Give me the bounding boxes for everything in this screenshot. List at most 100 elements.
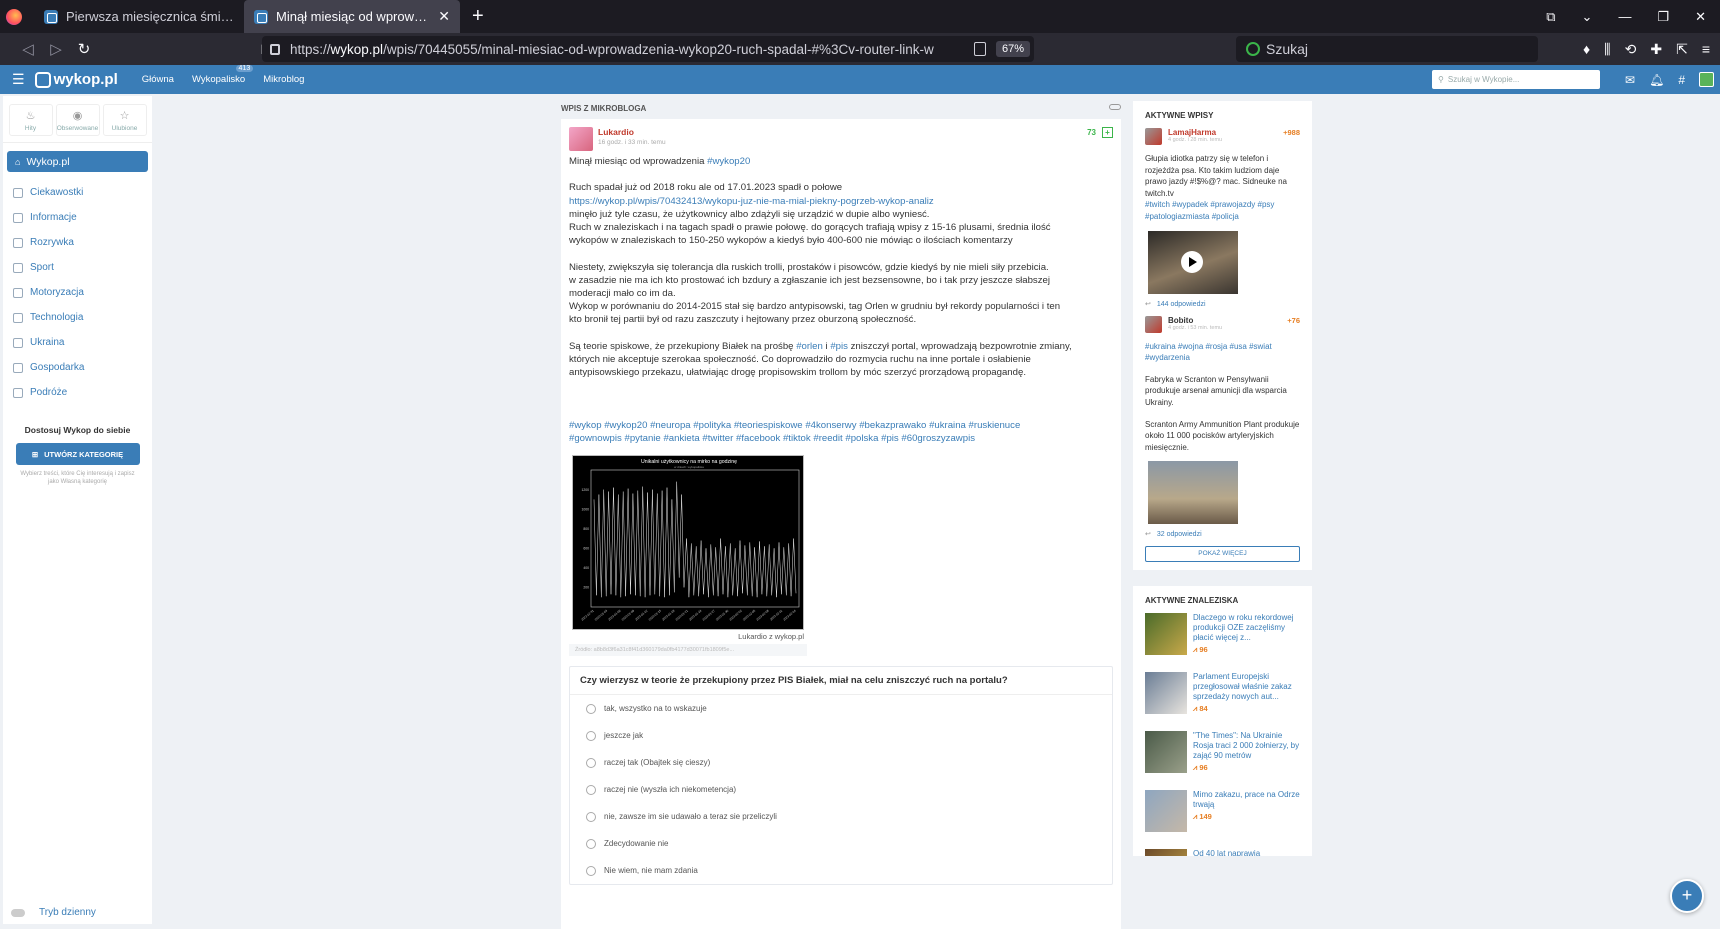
link-icon[interactable]: [1109, 104, 1121, 110]
bell-icon[interactable]: 🔔︎: [1649, 73, 1664, 87]
play-icon[interactable]: [1181, 250, 1203, 273]
sidebar-item-technologia[interactable]: Technologia: [3, 305, 152, 330]
share-icon[interactable]: ⇱: [1676, 41, 1688, 58]
hashtag-link[interactable]: #wykop: [569, 420, 602, 431]
poll-option[interactable]: Zdecydowanie nie: [570, 830, 1112, 857]
hashtag-link[interactable]: #reedit: [813, 433, 842, 444]
avatar[interactable]: [1145, 128, 1162, 145]
hashtag-link[interactable]: #facebook: [736, 433, 780, 444]
find-thumbnail[interactable]: [1145, 790, 1187, 833]
hashtag-link[interactable]: #orlen: [796, 341, 823, 352]
poll-option[interactable]: tak, wszystko na to wskazuje: [570, 695, 1112, 722]
close-tab-icon[interactable]: ✕: [438, 8, 450, 25]
find-item[interactable]: Dlaczego w roku rekordowej produkcji OZE…: [1145, 613, 1300, 657]
library-icon[interactable]: ⫼: [1604, 41, 1610, 58]
find-title[interactable]: Parlament Europejski przegłosował właśni…: [1193, 672, 1300, 702]
entry-tags[interactable]: #ukraina #wojna #rosja #usa #swiat #wyda…: [1145, 341, 1300, 364]
hashtag-link[interactable]: #neuropa: [650, 420, 691, 431]
create-category-button[interactable]: ⊞ UTWÓRZ KATEGORIĘ: [15, 443, 140, 465]
entry-replies[interactable]: ↩ 144 odpowiedzi: [1145, 300, 1300, 308]
post-image-chart[interactable]: Unikalni użytkownicy na mirko na godzinę…: [572, 455, 804, 631]
poll-option[interactable]: raczej tak (Obajtek się cieszy): [570, 749, 1112, 776]
wykop-logo[interactable]: wykop.pl: [34, 71, 118, 88]
sidebar-item-informacje[interactable]: Informacje: [3, 205, 152, 230]
close-window-button[interactable]: ✕: [1695, 9, 1706, 25]
address-bar[interactable]: https://wykop.pl/wpis/70445055/minal-mie…: [262, 36, 1034, 62]
hashtag-icon[interactable]: #: [1678, 73, 1685, 87]
upvote-button[interactable]: +: [1102, 127, 1113, 138]
reload-button[interactable]: ↻: [70, 40, 98, 58]
find-title[interactable]: Dlaczego w roku rekordowej produkcji OZE…: [1193, 613, 1300, 643]
active-entry[interactable]: LamajHarma 4 godz. i 28 min. temu +988 Gł…: [1145, 128, 1300, 308]
tab-ulubione[interactable]: ☆ Ulubione: [102, 104, 147, 136]
sidebar-item-home[interactable]: ⌂ Wykop.pl: [7, 151, 148, 172]
hashtag-link[interactable]: #ruskienuce: [969, 420, 1021, 431]
poll-option[interactable]: Nie wiem, nie mam zdania: [570, 857, 1112, 884]
sidebar-item-ciekawostki[interactable]: Ciekawostki: [3, 180, 152, 205]
nav-mikroblog[interactable]: Mikroblog: [263, 74, 304, 85]
nav-wykopalisko[interactable]: Wykopalisko 413: [192, 65, 254, 85]
zoom-level[interactable]: 67%: [995, 41, 1030, 57]
minimize-button[interactable]: —: [1618, 9, 1631, 24]
sidebar-item-motoryzacja[interactable]: Motoryzacja: [3, 280, 152, 305]
poll-option[interactable]: raczej nie (wyszła ich niekometencja): [570, 776, 1112, 803]
url-text[interactable]: https://wykop.pl/wpis/70445055/minal-mie…: [290, 42, 974, 57]
tab-minal-miesiac[interactable]: Minął miesiąc od wprowadze ✕: [244, 0, 460, 33]
radio-button[interactable]: [586, 784, 596, 795]
find-item[interactable]: Od 40 lat naprawia elektronikę. "Firmy r…: [1145, 849, 1300, 857]
poll-option[interactable]: nie, zawsze im sie udawało a teraz sie p…: [570, 803, 1112, 830]
menu-icon[interactable]: ≡: [1702, 41, 1710, 57]
radio-button[interactable]: [586, 865, 596, 876]
radio-button[interactable]: [586, 730, 596, 741]
history-icon[interactable]: ⟲: [1625, 41, 1637, 58]
hashtag-link[interactable]: #bekazprawako: [859, 420, 926, 431]
reader-view-icon[interactable]: [973, 42, 986, 56]
entry-author[interactable]: LamajHarma: [1168, 128, 1222, 137]
restore-button[interactable]: ❐: [1657, 9, 1669, 25]
sidebar-item-gospodarka[interactable]: Gospodarka: [3, 355, 152, 380]
avatar[interactable]: [1145, 315, 1162, 333]
post-line[interactable]: https://wykop.pl/wpis/70432413/wykopu-ju…: [569, 195, 1113, 208]
hashtag-link[interactable]: #ukraina: [929, 420, 966, 431]
active-entry[interactable]: Bobito 4 godz. i 53 min. temu +76 #ukrain…: [1145, 315, 1300, 538]
post-time[interactable]: 16 godz. i 33 min. temu: [598, 139, 666, 146]
hashtag-link[interactable]: #polska: [845, 433, 878, 444]
hamburger-menu-icon[interactable]: ☰: [12, 71, 25, 88]
hashtag-link[interactable]: #teoriespiskowe: [734, 420, 803, 431]
browser-search-bar[interactable]: Szukaj: [1236, 36, 1538, 62]
entry-tags[interactable]: #twitch #wypadek #prawojazdy #psy #patol…: [1145, 199, 1300, 222]
poll-option[interactable]: jeszcze jak: [570, 722, 1112, 749]
add-post-button[interactable]: +: [1670, 879, 1704, 913]
forward-button[interactable]: ▷: [42, 40, 70, 58]
hashtag-link[interactable]: #60groszyzawpis: [901, 433, 975, 444]
mail-icon[interactable]: ✉: [1625, 73, 1635, 87]
avatar[interactable]: [569, 127, 593, 151]
find-title[interactable]: "The Times": Na Ukrainie Rosja traci 2 0…: [1193, 731, 1300, 761]
hashtag-link[interactable]: #pis: [830, 341, 848, 352]
find-thumbnail[interactable]: [1145, 849, 1187, 857]
chevron-down-icon[interactable]: ⌄: [1582, 9, 1593, 25]
tab-pierwsza-miesiecznica[interactable]: Pierwsza miesięcznica śmierci st: [34, 0, 244, 33]
tab-hity[interactable]: ♨ Hity: [8, 104, 53, 136]
extension-icon[interactable]: ♦: [1583, 41, 1590, 57]
sidebar-item-sport[interactable]: Sport: [3, 255, 152, 280]
hashtag-link[interactable]: #ankieta: [663, 433, 699, 444]
hashtag-link[interactable]: #pytanie: [624, 433, 660, 444]
find-item[interactable]: "The Times": Na Ukrainie Rosja traci 2 0…: [1145, 731, 1300, 775]
hashtag-link[interactable]: #polityka: [693, 420, 731, 431]
post-author[interactable]: Lukardio: [598, 127, 666, 137]
toggle-switch[interactable]: [11, 908, 25, 917]
puzzle-icon[interactable]: ✚: [1650, 41, 1662, 58]
image-thumbnail[interactable]: [1148, 461, 1238, 525]
new-tab-button[interactable]: +: [472, 5, 484, 28]
nav-glowna[interactable]: Główna: [142, 74, 174, 85]
hashtag-link[interactable]: #pis: [881, 433, 899, 444]
find-title[interactable]: Mimo zakazu, prace na Odrze trwają: [1193, 790, 1300, 810]
video-thumbnail[interactable]: [1148, 230, 1238, 294]
hashtag-link[interactable]: #tiktok: [783, 433, 811, 444]
radio-button[interactable]: [586, 757, 596, 768]
find-title[interactable]: Od 40 lat naprawia elektronikę. "Firmy r…: [1193, 849, 1300, 856]
hashtag-link[interactable]: #wykop20: [604, 420, 647, 431]
find-item[interactable]: Mimo zakazu, prace na Odrze trwają ⩘ 149: [1145, 790, 1300, 834]
image-source[interactable]: Źródło: a8b8d3f6a31c8f41d360179da0fb4177…: [569, 644, 807, 657]
